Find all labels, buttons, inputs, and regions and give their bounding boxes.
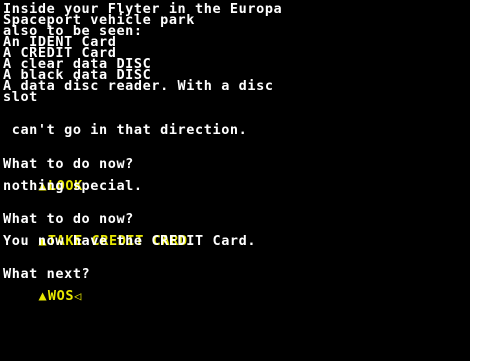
- response-line: nothing special.: [3, 178, 143, 194]
- prompt-line: What next?: [3, 266, 91, 282]
- player-prompt-icon: ▲: [38, 287, 48, 304]
- prompt-line: What to do now?: [3, 211, 134, 227]
- command-input[interactable]: WOS: [48, 288, 74, 304]
- cursor-icon: ◁: [74, 288, 82, 303]
- item-line: A data disc reader. With a disc: [3, 78, 274, 94]
- game-screen: Inside your Flyter in the Europa Spacepo…: [0, 0, 470, 361]
- message-line: can't go in that direction.: [3, 122, 248, 138]
- response-line: You now have the CREDIT Card.: [3, 233, 257, 249]
- prompt-line: What to do now?: [3, 156, 134, 172]
- item-line: slot: [3, 89, 38, 105]
- command-input-line[interactable]: ▲WOS◁: [3, 280, 82, 303]
